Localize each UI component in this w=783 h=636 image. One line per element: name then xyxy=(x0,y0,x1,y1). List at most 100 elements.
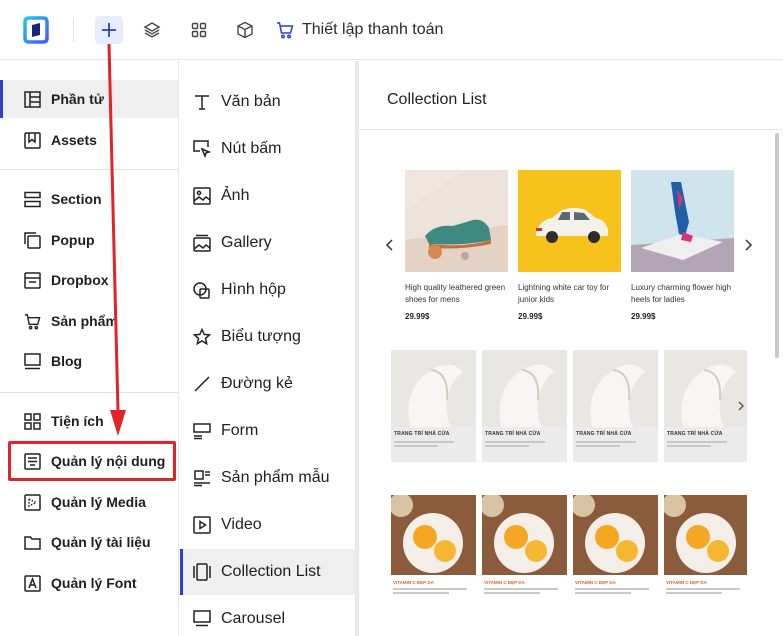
element-item-sample-product[interactable]: Sản phẩm mẫu xyxy=(180,455,356,501)
collection-card[interactable]: VITAMIN C ĐẸP DA xyxy=(391,495,476,607)
card-title: TRANG TRÍ NHÀ CỬA xyxy=(485,431,541,437)
card-title: TRANG TRÍ NHÀ CỬA xyxy=(394,431,450,437)
sidebar-item-widgets[interactable]: Tiện ích xyxy=(0,402,178,440)
sidebar-item-label: Popup xyxy=(51,232,95,248)
line-icon xyxy=(194,376,210,392)
collection-card[interactable]: VITAMIN C ĐẸP DA xyxy=(664,495,747,607)
sidebar-item-label: Quản lý Font xyxy=(51,575,137,591)
cart-icon xyxy=(24,313,41,329)
product-card[interactable]: Lightning white car toy for junior kids … xyxy=(518,170,621,321)
element-item-line[interactable]: Đường kẻ xyxy=(180,361,356,407)
element-item-label: Văn bản xyxy=(221,93,281,110)
sidebar-item-label: Assets xyxy=(51,132,97,148)
product-card[interactable]: Luxury charming flower high heels for la… xyxy=(631,170,734,321)
left-sidebar: Phần tử Assets Section Popup Dropbox Sản… xyxy=(0,61,179,636)
product-name: High quality leathered green shoes for m… xyxy=(405,283,506,304)
checkout-settings-button[interactable]: Thiết lập thanh toán xyxy=(276,18,443,42)
sidebar-item-label: Dropbox xyxy=(51,272,109,288)
annotation-highlight-box xyxy=(8,441,176,481)
sidebar-item-elements[interactable]: Phần tử xyxy=(0,80,178,118)
sidebar-item-label: Quản lý Media xyxy=(51,494,146,510)
sidebar-divider xyxy=(0,392,178,393)
card-caption: TRANG TRÍ NHÀ CỬA xyxy=(664,427,747,462)
layers-button[interactable] xyxy=(138,16,166,44)
add-element-button[interactable] xyxy=(95,16,123,44)
element-item-label: Biểu tượng xyxy=(221,328,301,345)
element-item-image[interactable]: Ảnh xyxy=(180,173,356,219)
vase-image-icon xyxy=(681,364,736,430)
sidebar-item-assets[interactable]: Assets xyxy=(0,121,178,159)
sidebar-item-section[interactable]: Section xyxy=(0,180,178,218)
element-item-form[interactable]: Form xyxy=(180,408,356,454)
font-icon xyxy=(24,574,41,592)
product-price: 29.99$ xyxy=(631,312,656,321)
collection-card[interactable]: VITAMIN C ĐẸP DA xyxy=(482,495,567,607)
high-heels-image-icon xyxy=(631,182,734,272)
element-item-label: Ảnh xyxy=(221,187,250,204)
vase-image-icon xyxy=(408,364,463,430)
popup-icon xyxy=(24,231,41,249)
collection-card[interactable]: TRANG TRÍ NHÀ CỬA xyxy=(391,350,476,462)
checkout-settings-label: Thiết lập thanh toán xyxy=(302,21,444,38)
cart-icon xyxy=(277,22,294,39)
vase-image-icon xyxy=(499,364,554,430)
element-item-collection-list[interactable]: Collection List xyxy=(180,549,356,595)
carousel-icon xyxy=(193,610,211,627)
food-image xyxy=(391,495,476,575)
sample-product-icon xyxy=(194,470,210,487)
element-item-text[interactable]: Văn bản xyxy=(180,79,356,125)
product-image xyxy=(405,170,508,272)
sidebar-item-popup[interactable]: Popup xyxy=(0,221,178,259)
preview-scrollbar[interactable] xyxy=(775,133,779,358)
sidebar-item-products[interactable]: Sản phẩm xyxy=(0,302,178,340)
app-logo-icon[interactable] xyxy=(23,16,49,44)
media-icon xyxy=(24,493,41,511)
chevron-right-icon[interactable] xyxy=(743,239,753,251)
form-icon xyxy=(193,423,211,440)
box-icon xyxy=(237,21,253,39)
collection-card[interactable]: TRANG TRÍ NHÀ CỬA xyxy=(482,350,567,462)
element-item-shape[interactable]: Hình hộp xyxy=(180,267,356,313)
sidebar-item-fonts[interactable]: Quản lý Font xyxy=(0,564,178,602)
product-price: 29.99$ xyxy=(518,312,543,321)
package-button[interactable] xyxy=(231,16,259,44)
sidebar-item-dropbox[interactable]: Dropbox xyxy=(0,261,178,299)
element-item-label: Collection List xyxy=(221,563,321,580)
widgets-icon xyxy=(24,412,41,430)
preview-title: Collection List xyxy=(387,91,487,108)
card-title: VITAMIN C ĐẸP DA xyxy=(393,580,434,585)
chevron-right-icon[interactable] xyxy=(737,401,745,411)
preview-panel: Collection List High quality leathered g… xyxy=(359,61,783,636)
sidebar-item-label: Sản phẩm xyxy=(51,313,118,329)
sidebar-item-label: Blog xyxy=(51,353,83,369)
card-title: TRANG TRÍ NHÀ CỬA xyxy=(576,431,632,437)
collection-card[interactable]: TRANG TRÍ NHÀ CỬA xyxy=(573,350,658,462)
folder-icon xyxy=(24,535,41,550)
toy-car-image-icon xyxy=(536,208,608,243)
element-item-gallery[interactable]: Gallery xyxy=(180,220,356,266)
element-item-button[interactable]: Nút bấm xyxy=(180,126,356,172)
product-card[interactable]: High quality leathered green shoes for m… xyxy=(405,170,508,321)
sidebar-item-documents[interactable]: Quản lý tài liệu xyxy=(0,523,178,561)
sidebar-divider xyxy=(0,169,178,170)
sidebar-item-blog[interactable]: Blog xyxy=(0,342,178,380)
element-item-label: Nút bấm xyxy=(221,140,282,157)
card-title: TRANG TRÍ NHÀ CỬA xyxy=(667,431,723,437)
sidebar-item-label: Quản lý tài liệu xyxy=(51,534,151,550)
element-item-video[interactable]: Video xyxy=(180,502,356,548)
food-image xyxy=(664,495,747,575)
apps-grid-button[interactable] xyxy=(185,16,213,44)
sidebar-item-media[interactable]: Quản lý Media xyxy=(0,483,178,521)
text-icon xyxy=(195,95,209,110)
product-image xyxy=(518,170,621,272)
shape-icon xyxy=(193,282,210,299)
element-item-carousel[interactable]: Carousel xyxy=(180,596,356,636)
card-caption: TRANG TRÍ NHÀ CỬA xyxy=(482,427,567,462)
collection-card[interactable]: VITAMIN C ĐẸP DA xyxy=(573,495,658,607)
collection-card[interactable]: TRANG TRÍ NHÀ CỬA xyxy=(664,350,747,462)
bookmark-icon xyxy=(24,131,41,149)
element-item-label: Gallery xyxy=(221,234,272,251)
element-item-icon[interactable]: Biểu tượng xyxy=(180,314,356,360)
element-item-label: Video xyxy=(221,516,262,533)
chevron-left-icon[interactable] xyxy=(385,239,395,251)
